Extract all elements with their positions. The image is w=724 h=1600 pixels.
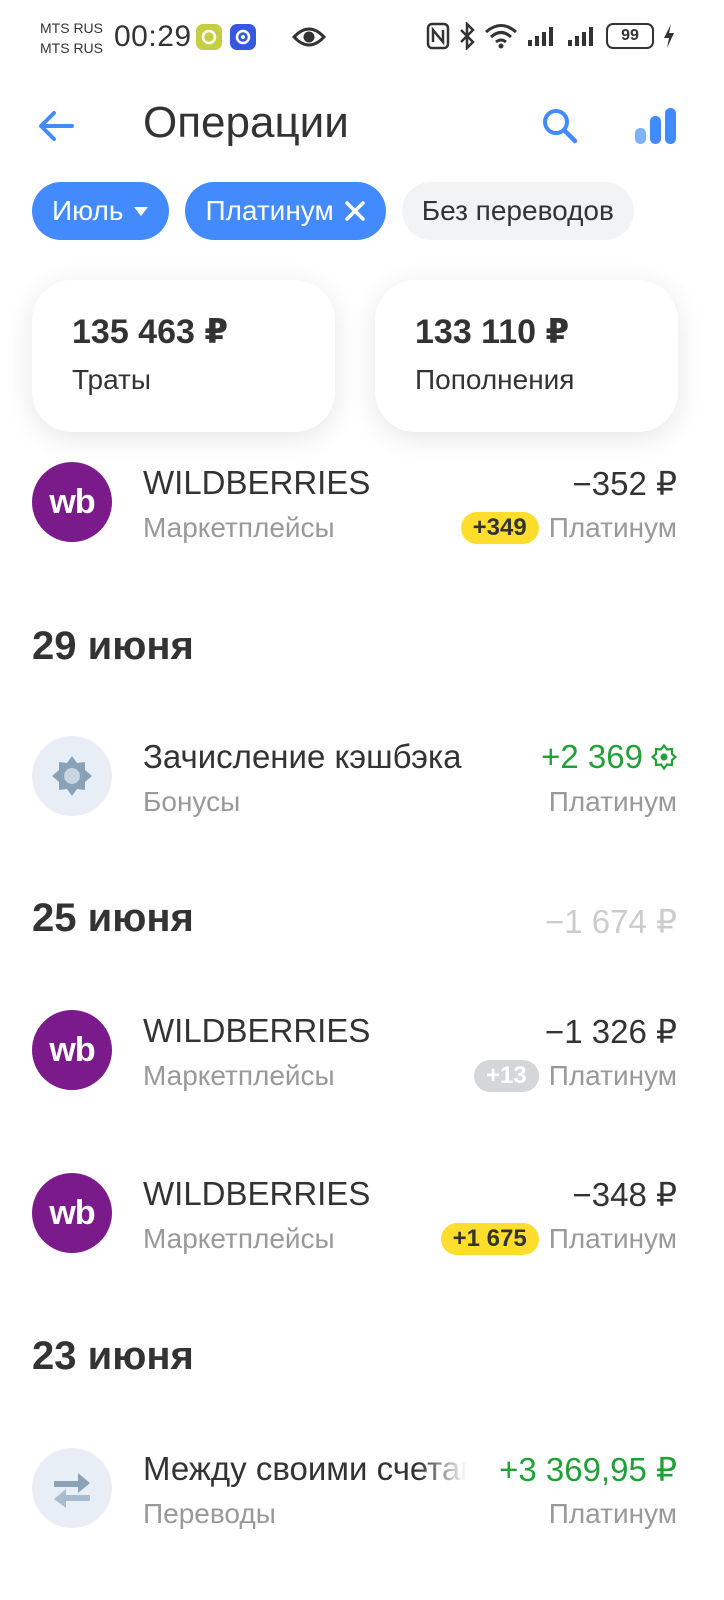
operation-meta: +13 Платинум bbox=[473, 1060, 677, 1092]
carrier-names: MTS RUS MTS RUS bbox=[40, 18, 103, 58]
charging-icon bbox=[664, 24, 674, 48]
operation-meta: Платинум bbox=[549, 786, 677, 818]
summary-cards: 135 463 ₽ Траты 133 110 ₽ Пополнения bbox=[32, 280, 678, 432]
bluetooth-icon bbox=[460, 22, 475, 50]
operation-amount: −1 326 ₽ bbox=[544, 1013, 677, 1050]
transfer-icon bbox=[32, 1448, 112, 1528]
nfc-icon bbox=[426, 22, 450, 50]
operation-meta: +349 Платинум bbox=[460, 512, 677, 544]
operation-category: Маркетплейсы bbox=[143, 1060, 335, 1091]
operation-account: Платинум bbox=[548, 512, 677, 543]
operation-amount: +3 369,95 ₽ bbox=[499, 1451, 677, 1488]
operation-account: Платинум bbox=[548, 1498, 677, 1529]
operation-amount: +2 369 bbox=[541, 738, 643, 775]
wildberries-logo: wb bbox=[32, 1010, 112, 1090]
carrier-1: MTS RUS bbox=[40, 20, 103, 36]
cashback-icon bbox=[32, 736, 112, 816]
month-filter-label: Июль bbox=[52, 195, 124, 226]
spending-card[interactable]: 135 463 ₽ Траты bbox=[32, 280, 335, 432]
app-notification-icon bbox=[196, 24, 222, 50]
spending-amount: 135 463 ₽ bbox=[72, 313, 229, 351]
operation-name: WILDBERRIES bbox=[143, 464, 371, 501]
system-icons: 99 bbox=[426, 22, 676, 50]
card-filter-chip[interactable]: Платинум bbox=[185, 182, 386, 240]
operation-name: Зачисление кэшбэка bbox=[143, 738, 462, 775]
close-icon[interactable] bbox=[344, 200, 366, 222]
messenger-notification-icon bbox=[230, 24, 256, 50]
operation-row[interactable]: wb WILDBERRIES Маркетплейсы −1 326 ₽ +13… bbox=[0, 1010, 724, 1110]
bonus-points-icon bbox=[651, 744, 677, 770]
spending-label: Траты bbox=[72, 364, 152, 395]
signal-icon-2 bbox=[568, 27, 593, 46]
date-header: 23 июня bbox=[32, 1334, 692, 1384]
date-label: 23 июня bbox=[32, 1334, 194, 1378]
dropdown-triangle-icon bbox=[134, 207, 149, 216]
operation-meta: Платинум bbox=[549, 1498, 677, 1530]
operation-amount: −348 ₽ bbox=[572, 1176, 678, 1213]
date-label: 29 июня bbox=[32, 624, 194, 668]
date-total: −1 674 ₽ bbox=[544, 903, 677, 940]
back-arrow-icon[interactable] bbox=[36, 106, 76, 151]
top-app-bar: Операции bbox=[0, 90, 724, 162]
battery-level: 99 bbox=[606, 23, 654, 49]
status-bar: MTS RUS MTS RUS 00:29 99 bbox=[0, 0, 724, 80]
operation-name: WILDBERRIES bbox=[143, 1175, 371, 1212]
operation-account: Платинум bbox=[548, 1223, 677, 1254]
operation-row[interactable]: wb WILDBERRIES Маркетплейсы −352 ₽ +349 … bbox=[0, 462, 724, 562]
date-header: 29 июня bbox=[32, 624, 692, 674]
income-label: Пополнения bbox=[415, 364, 575, 395]
operation-amount: −352 ₽ bbox=[572, 465, 678, 502]
operation-category: Бонусы bbox=[143, 786, 241, 817]
bonus-badge: +1 675 bbox=[440, 1223, 539, 1255]
operation-row[interactable]: Зачисление кэшбэка Бонусы +2 369 Платину… bbox=[0, 736, 724, 836]
operation-category: Переводы bbox=[143, 1498, 276, 1529]
operation-meta: +1 675 Платинум bbox=[440, 1223, 677, 1255]
bonus-badge: +349 bbox=[460, 512, 539, 544]
analytics-chart-icon[interactable] bbox=[634, 106, 678, 151]
wifi-icon bbox=[485, 24, 517, 49]
operation-name: WILDBERRIES bbox=[143, 1012, 371, 1049]
filter-chips: Июль Платинум Без переводов bbox=[32, 182, 634, 240]
eye-icon bbox=[291, 24, 327, 55]
operation-account: Платинум bbox=[548, 1060, 677, 1091]
operation-name: Между своими счетами bbox=[143, 1450, 467, 1487]
bonus-badge: +13 bbox=[473, 1060, 539, 1092]
page-title: Операции bbox=[143, 98, 349, 147]
card-filter-label: Платинум bbox=[205, 195, 334, 226]
month-filter-chip[interactable]: Июль bbox=[32, 182, 170, 240]
date-label: 25 июня bbox=[32, 896, 194, 940]
operation-account: Платинум bbox=[548, 786, 677, 817]
income-amount: 133 110 ₽ bbox=[415, 313, 570, 351]
no-transfers-label: Без переводов bbox=[421, 195, 614, 226]
no-transfers-chip[interactable]: Без переводов bbox=[401, 182, 634, 240]
operation-category: Маркетплейсы bbox=[143, 512, 335, 543]
search-icon[interactable] bbox=[540, 106, 580, 151]
operation-amount-wrap: +2 369 bbox=[541, 738, 677, 776]
income-card[interactable]: 133 110 ₽ Пополнения bbox=[375, 280, 678, 432]
date-header: 25 июня −1 674 ₽ bbox=[32, 896, 692, 946]
operation-row[interactable]: wb WILDBERRIES Маркетплейсы −348 ₽ +1 67… bbox=[0, 1173, 724, 1273]
wildberries-logo: wb bbox=[32, 1173, 112, 1253]
clock: 00:29 bbox=[114, 20, 192, 53]
operation-row[interactable]: Между своими счетами Переводы +3 369,95 … bbox=[0, 1448, 724, 1548]
carrier-2: MTS RUS bbox=[40, 40, 103, 56]
operation-category: Маркетплейсы bbox=[143, 1223, 335, 1254]
signal-icon-1 bbox=[528, 27, 553, 46]
wildberries-logo: wb bbox=[32, 462, 112, 542]
